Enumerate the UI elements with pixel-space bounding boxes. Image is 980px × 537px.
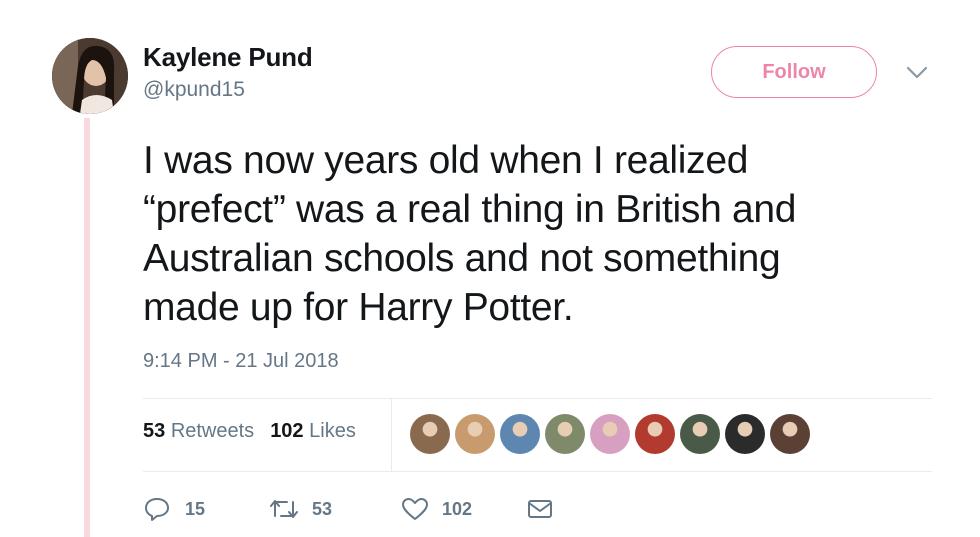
tweet-actions: 15 53 102 [143, 494, 554, 524]
liker-avatar-5[interactable] [590, 414, 630, 454]
stats-divider [391, 399, 392, 471]
follow-button[interactable]: Follow [711, 46, 877, 98]
divider [143, 398, 932, 399]
likes-stat[interactable]: 102 Likes [270, 420, 356, 443]
thread-line [84, 118, 90, 537]
retweets-count: 53 [143, 420, 166, 442]
heart-icon [400, 496, 430, 522]
liker-avatar-8[interactable] [725, 414, 765, 454]
liker-avatar-9[interactable] [770, 414, 810, 454]
reply-count: 15 [185, 498, 206, 519]
reply-icon [143, 496, 171, 522]
engagement-stats: 53 Retweets 102 Likes [143, 420, 356, 443]
tweet-text-line: made up for Harry Potter. [143, 286, 574, 329]
liker-avatar-3[interactable] [500, 414, 540, 454]
tweet-text-line: I was now years old when I realized [143, 139, 749, 182]
author-name[interactable]: Kaylene Pund [143, 42, 313, 73]
envelope-icon [526, 497, 554, 521]
liker-avatar-2[interactable] [455, 414, 495, 454]
chevron-down-icon[interactable] [905, 64, 929, 82]
tweet-text-line: “prefect” was a real thing in British an… [143, 188, 797, 231]
avatar-photo [52, 38, 128, 114]
like-button[interactable]: 102 [400, 496, 526, 522]
tweet-timestamp[interactable]: 9:14 PM - 21 Jul 2018 [143, 350, 339, 373]
likes-label: Likes [309, 420, 356, 442]
tweet-text: I was now years old when I realized “pre… [143, 136, 943, 332]
divider [143, 471, 932, 472]
avatar[interactable] [52, 38, 128, 114]
retweets-label: Retweets [170, 420, 255, 442]
liker-avatar-1[interactable] [410, 414, 450, 454]
direct-message-button[interactable] [526, 497, 554, 521]
liker-avatars [410, 414, 810, 454]
retweet-icon [268, 496, 300, 522]
liker-avatar-6[interactable] [635, 414, 675, 454]
like-count: 102 [442, 498, 473, 519]
retweet-button[interactable]: 53 [268, 496, 400, 522]
tweet-text-line: Australian schools and not something [143, 237, 781, 280]
liker-avatar-4[interactable] [545, 414, 585, 454]
retweet-count: 53 [312, 498, 333, 519]
retweets-stat[interactable]: 53 Retweets [143, 420, 254, 443]
author-handle[interactable]: @kpund15 [143, 78, 245, 102]
reply-button[interactable]: 15 [143, 496, 268, 522]
liker-avatar-7[interactable] [680, 414, 720, 454]
likes-count: 102 [270, 420, 304, 442]
